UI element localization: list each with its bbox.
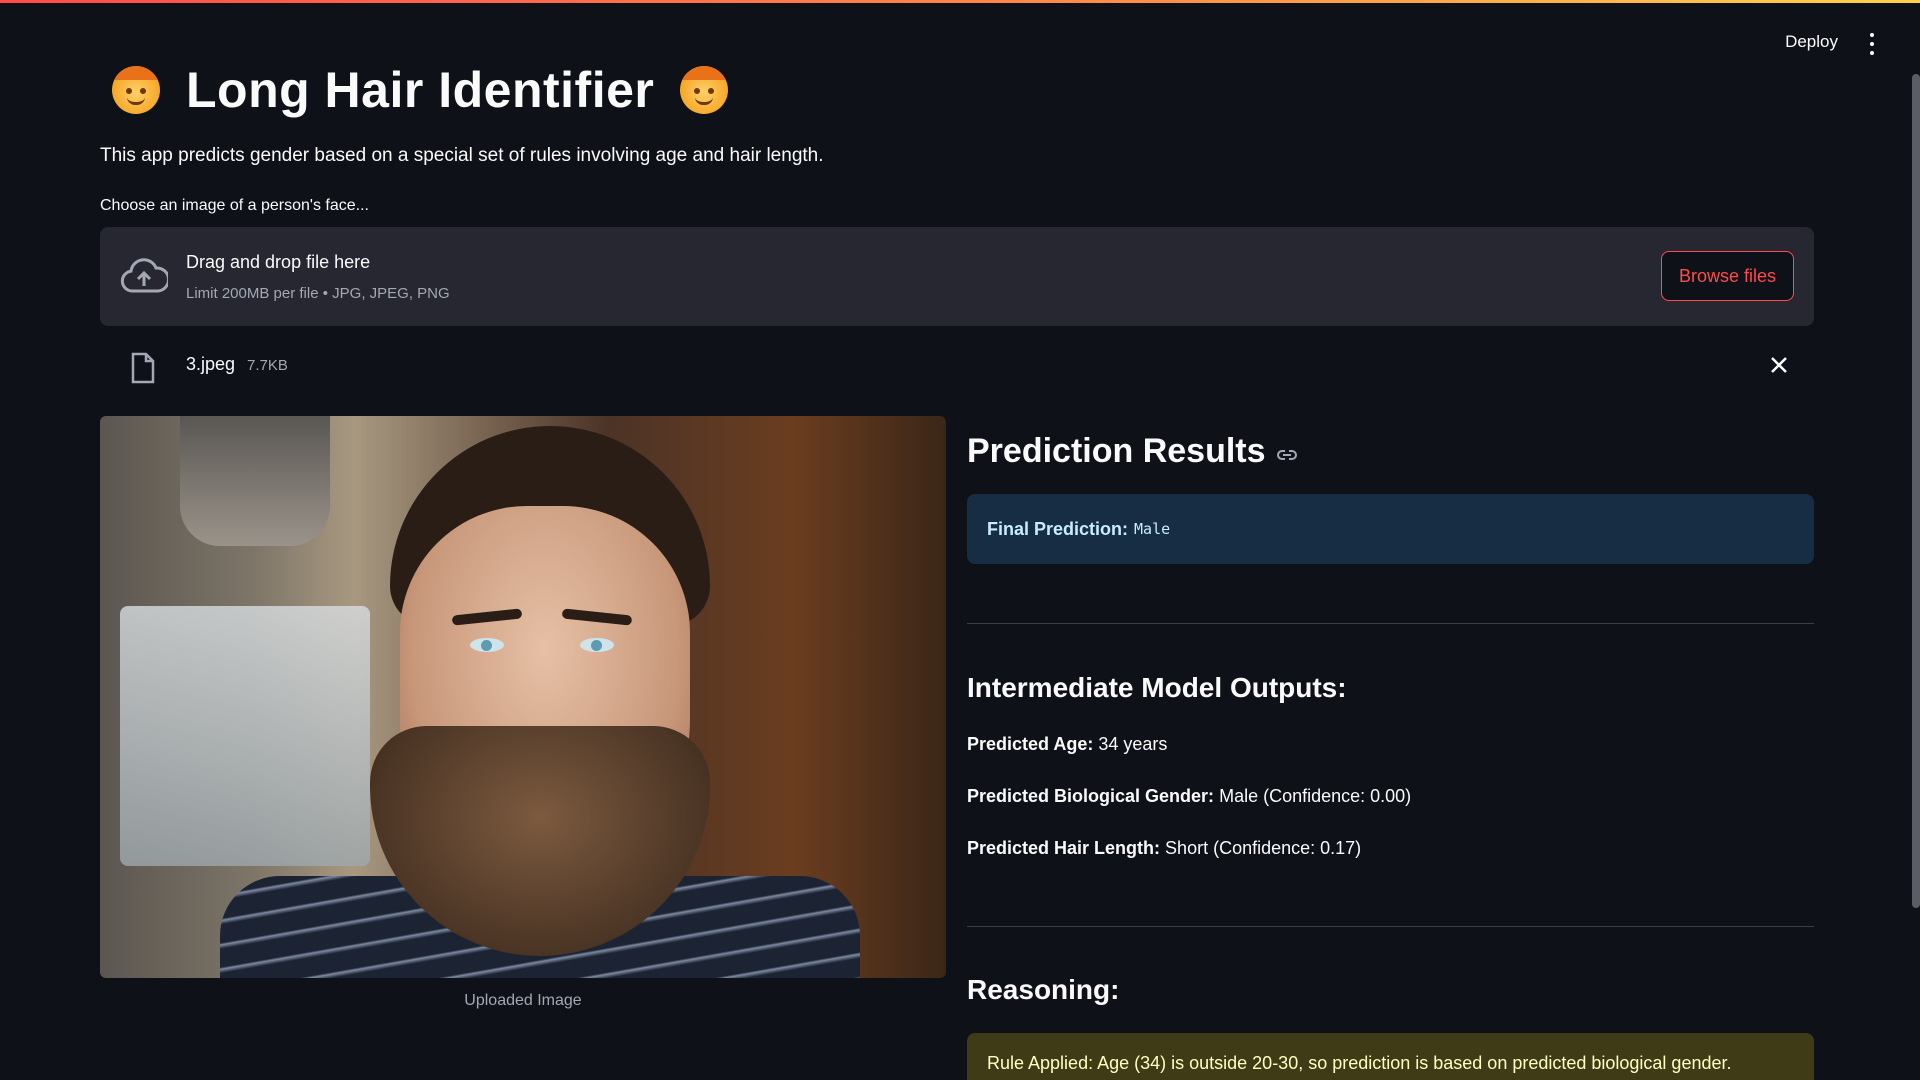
intermediate-heading: Intermediate Model Outputs: <box>967 672 1347 703</box>
cloud-upload-icon <box>120 258 168 293</box>
predicted-hair-label: Predicted Hair Length: <box>967 838 1161 858</box>
divider <box>967 926 1814 927</box>
results-heading: Prediction Results <box>967 432 1298 471</box>
file-name: 3.jpeg <box>186 354 236 374</box>
predicted-gender-label: Predicted Biological Gender: <box>967 786 1215 806</box>
app-description: This app predicts gender based on a spec… <box>100 145 824 166</box>
smiling-imp-emoji-icon <box>112 66 160 114</box>
uploaded-image <box>100 416 946 978</box>
divider <box>967 623 1814 624</box>
file-icon <box>131 352 155 384</box>
predicted-gender-value: Male (Confidence: 0.00) <box>1219 786 1412 806</box>
main-menu-icon[interactable] <box>1866 33 1878 55</box>
deploy-button[interactable]: Deploy <box>1785 32 1838 52</box>
reasoning-heading: Reasoning: <box>967 974 1120 1005</box>
final-prediction-label: Final Prediction: <box>987 518 1129 539</box>
final-prediction-value: Male <box>1134 520 1171 538</box>
final-prediction-alert: Final Prediction: Male <box>967 494 1814 564</box>
smiling-imp-emoji-icon <box>680 66 729 114</box>
predicted-age-line: Predicted Age: 34 years <box>967 734 1167 755</box>
image-caption: Uploaded Image <box>464 992 582 1009</box>
scrollbar[interactable] <box>1912 74 1920 908</box>
predicted-hair-value: Short (Confidence: 0.17) <box>1165 838 1362 858</box>
predicted-gender-line: Predicted Biological Gender: Male (Confi… <box>967 786 1411 807</box>
browse-files-button[interactable]: Browse files <box>1661 251 1794 301</box>
rule-applied-text: Rule Applied: Age (34) is outside 20-30,… <box>987 1053 1732 1073</box>
close-icon[interactable] <box>1768 354 1790 376</box>
file-size: 7.7KB <box>247 357 288 374</box>
top-decoration-bar <box>0 0 1920 3</box>
results-heading-text: Prediction Results <box>967 432 1266 470</box>
uploader-label: Choose an image of a person's face... <box>100 197 369 214</box>
predicted-age-label: Predicted Age: <box>967 734 1094 754</box>
file-dropzone[interactable]: Drag and drop file here Limit 200MB per … <box>100 227 1814 326</box>
dropzone-limit: Limit 200MB per file • JPG, JPEG, PNG <box>186 285 450 302</box>
dropzone-instructions: Drag and drop file here <box>186 252 371 272</box>
predicted-hair-line: Predicted Hair Length: Short (Confidence… <box>967 838 1361 859</box>
reasoning-alert: Rule Applied: Age (34) is outside 20-30,… <box>967 1033 1814 1080</box>
predicted-age-value: 34 years <box>1098 734 1168 754</box>
link-icon[interactable] <box>1276 448 1298 462</box>
title-row: Long Hair Identifier <box>112 58 729 122</box>
uploaded-file-row: 3.jpeg 7.7KB <box>100 342 1814 388</box>
page-title: Long Hair Identifier <box>186 62 655 118</box>
